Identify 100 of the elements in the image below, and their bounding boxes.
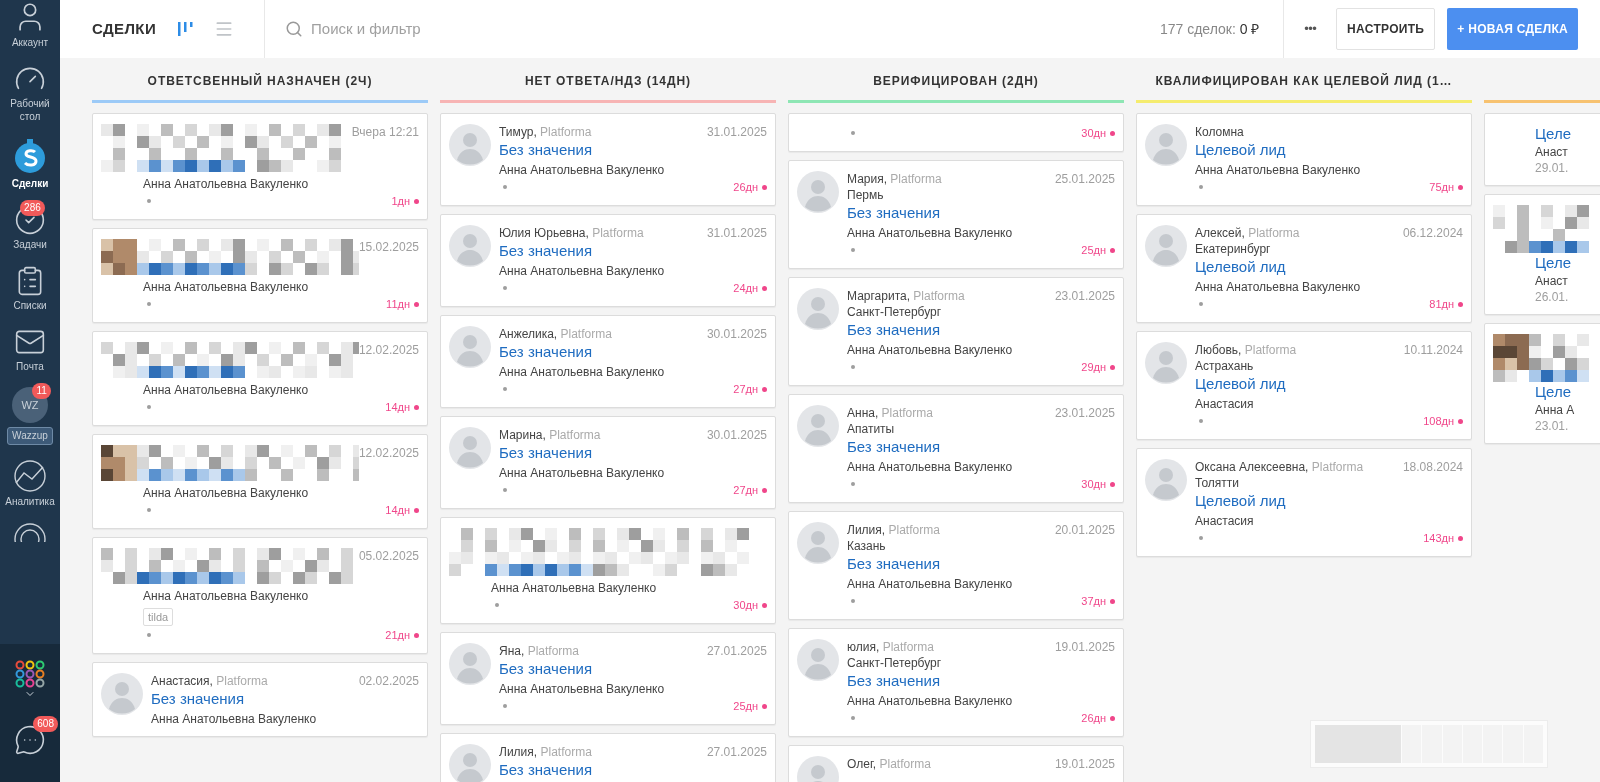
days-counter: 29дн <box>1081 360 1106 375</box>
days-counter: 30дн <box>733 598 758 613</box>
deal-title[interactable]: Целевой лид <box>1195 491 1286 511</box>
contact-source: Platforma <box>888 523 940 537</box>
days-counter: 21дн <box>385 628 410 643</box>
deal-title[interactable]: Без значения <box>499 760 593 780</box>
deal-card[interactable]: Любовь, Platforma 10.11.2024 Астрахань Целевой лид Анастасия 108дн <box>1136 331 1472 440</box>
days-counter: 108дн <box>1423 414 1454 429</box>
deal-date: Вчера 12:21 <box>351 124 419 140</box>
deal-date: 29.01. <box>1535 160 1570 176</box>
deal-date: 26.01. <box>1535 289 1570 305</box>
deal-card[interactable]: юлия, Platforma 19.01.2025 Санкт-Петербург Без значения Анна Анатольевна Вакуленко 26дн <box>788 628 1124 737</box>
deal-title[interactable]: Целевой лид <box>1195 374 1286 394</box>
contact-city: Коломна <box>1195 124 1245 140</box>
deal-title[interactable]: Без значения <box>499 342 593 362</box>
deal-card[interactable]: Целе Анна А 23.01. <box>1484 323 1600 444</box>
deal-card[interactable]: Оксана Алексеевна, Platforma 18.08.2024 Толятти Целевой лид Анастасия 143дн <box>1136 448 1472 557</box>
nav-item[interactable]: Рабочий стол <box>0 63 60 123</box>
nav-item[interactable]: Списки <box>13 265 47 312</box>
deal-date: 15.02.2025 <box>358 239 419 255</box>
deal-card[interactable]: Коломна Целевой лид Анна Анатольевна Вакуленко 75дн <box>1136 113 1472 206</box>
contact-name: Маргарита, <box>847 289 910 303</box>
contact-source: Platforma <box>882 640 934 654</box>
deal-card[interactable]: Юлия Юрьевна, Platforma 31.01.2025 Без значения Анна Анатольевна Вакуленко 24дн <box>440 214 776 307</box>
deal-title[interactable]: Без значения <box>847 320 941 340</box>
deal-title[interactable]: Целевой лид <box>1195 257 1286 277</box>
deal-card[interactable]: Анжелика, Platforma 30.01.2025 Без значения Анна Анатольевна Вакуленко 27дн <box>440 315 776 408</box>
deal-card[interactable]: Алексей, Platforma 06.12.2024 Екатеринбург Целевой лид Анна Анатольевна Вакуленко 81дн <box>1136 214 1472 323</box>
deal-card[interactable]: Анна, Platforma 23.01.2025 Апатиты Без значения Анна Анатольевна Вакуленко 30дн <box>788 394 1124 503</box>
deal-card[interactable]: Маргарита, Platforma 23.01.2025 Санкт-Петербург Без значения Анна Анатольевна Вакуленко 29дн <box>788 277 1124 386</box>
deal-title[interactable]: Без значения <box>499 241 593 261</box>
dollar-drop-icon <box>13 137 47 175</box>
manager-name: Анна Анатольевна Вакуленко <box>499 681 666 697</box>
deal-title[interactable]: Целе <box>1535 124 1572 144</box>
deal-title[interactable]: Без значения <box>499 659 593 679</box>
deal-date: 30.01.2025 <box>706 326 767 342</box>
deal-card[interactable]: Мария, Platforma 25.01.2025 Пермь Без значения Анна Анатольевна Вакуленко 25дн <box>788 160 1124 269</box>
more-button[interactable]: ••• <box>1284 19 1337 39</box>
contact-name: Лилия, <box>847 523 886 537</box>
contact-name: Анастасия, <box>151 674 213 688</box>
nav-item[interactable]: Сделки <box>11 137 49 190</box>
configure-button[interactable]: НАСТРОИТЬ <box>1336 8 1436 50</box>
deal-title[interactable]: Целевой лид <box>1195 140 1286 160</box>
column-title: ВЕРИФИЦИРОВАН (2ДН) <box>873 73 1039 90</box>
search-icon <box>285 20 304 38</box>
deal-card[interactable]: Марина, Platforma 30.01.2025 Без значения Анна Анатольевна Вакуленко 27дн <box>440 416 776 509</box>
deal-card[interactable]: Вчера 12:21 Анна Анатольевна Вакуленко 1дн <box>92 113 428 220</box>
contact-name: Лилия, <box>499 745 538 759</box>
deal-date: 27.01.2025 <box>706 744 767 760</box>
avatar-icon <box>449 124 491 166</box>
deal-card[interactable]: Лилия, Platforma 20.01.2025 Казань Без значения Анна Анатольевна Вакуленко 37дн <box>788 511 1124 620</box>
manager-name: Анна Анатольевна Вакуленко <box>142 176 310 192</box>
search-field[interactable]: Поиск и фильтр <box>311 17 612 41</box>
manager-name: Анна Анатольевна Вакуленко <box>151 711 318 727</box>
deal-card[interactable]: Яна, Platforma 27.01.2025 Без значения Анна Анатольевна Вакуленко 25дн <box>440 632 776 725</box>
nav-item[interactable]: Аналитика <box>5 459 55 508</box>
deal-card[interactable]: 15.02.2025 Анна Анатольевна Вакуленко 11дн <box>92 228 428 323</box>
manager-name: Анна Анатольевна Вакуленко <box>499 162 666 178</box>
deal-title[interactable]: Без значения <box>847 437 941 457</box>
contact-name: Тимур, <box>499 125 537 139</box>
days-counter: 26дн <box>1081 711 1106 726</box>
nav-item[interactable]: Почта <box>14 326 46 373</box>
deal-card[interactable]: Тимур, Platforma 31.01.2025 Без значения Анна Анатольевна Вакуленко 26дн <box>440 113 776 206</box>
deal-card[interactable]: 05.02.2025 Анна Анатольевна Вакуленко tilda 21дн <box>92 537 428 654</box>
deal-card[interactable]: 30дн <box>788 113 1124 152</box>
manager-name: Анна Анатольевна Вакуленко <box>499 263 666 279</box>
days-counter: 30дн <box>1081 477 1106 492</box>
deal-date: 23.01.2025 <box>1054 288 1115 304</box>
avatar-icon <box>449 427 491 469</box>
manager-name: Анна Анатольевна Вакуленко <box>142 279 310 295</box>
contact-source: Platforma <box>1244 343 1297 357</box>
contact-city: Казань <box>847 538 887 554</box>
nav-item[interactable] <box>13 522 47 542</box>
deal-title[interactable]: Без значения <box>847 203 941 223</box>
deal-date: 10.11.2024 <box>1403 342 1463 358</box>
manager-name: Анаст <box>1535 273 1569 289</box>
deal-card[interactable]: 12.02.2025 Анна Анатольевна Вакуленко 14дн <box>92 434 428 529</box>
deal-card[interactable]: Целе Анаст 29.01. <box>1484 113 1600 186</box>
deal-card[interactable]: Анна Анатольевна Вакуленко 30дн <box>440 517 776 624</box>
deal-card[interactable]: Лилия, Platforma 27.01.2025 Без значения <box>440 733 776 782</box>
days-counter: 75дн <box>1429 180 1454 195</box>
deal-title[interactable]: Без значения <box>847 554 941 574</box>
deal-title[interactable]: Целе <box>1535 253 1572 273</box>
deal-card[interactable]: Целе Анаст 26.01. <box>1484 194 1600 315</box>
nav-item[interactable]: WZ 11 Wazzup <box>7 387 53 445</box>
contact-source: Platforma <box>1248 226 1300 240</box>
deal-title[interactable]: Без значения <box>499 443 593 463</box>
deal-card[interactable]: Анастасия, Platforma 02.02.2025 Без значения Анна Анатольевна Вакуленко <box>92 662 428 737</box>
deal-title[interactable]: Без значения <box>847 671 941 691</box>
contact-name: Марина, <box>499 428 546 442</box>
pipeline-view-icon[interactable] <box>176 20 195 38</box>
contact-source: Platforma <box>540 745 592 759</box>
deal-title[interactable]: Без значения <box>151 689 245 709</box>
deal-title[interactable]: Без значения <box>499 140 593 160</box>
deal-card[interactable]: 12.02.2025 Анна Анатольевна Вакуленко 14дн <box>92 331 428 426</box>
nav-item[interactable]: Аккаунт <box>11 0 49 49</box>
manager-name: Анна Анатольевна Вакуленко <box>142 588 310 604</box>
deal-title[interactable]: Целе <box>1535 382 1572 402</box>
deal-card[interactable]: Олег, Platforma 19.01.2025 <box>788 745 1124 782</box>
count-badge: 608 <box>33 716 58 732</box>
